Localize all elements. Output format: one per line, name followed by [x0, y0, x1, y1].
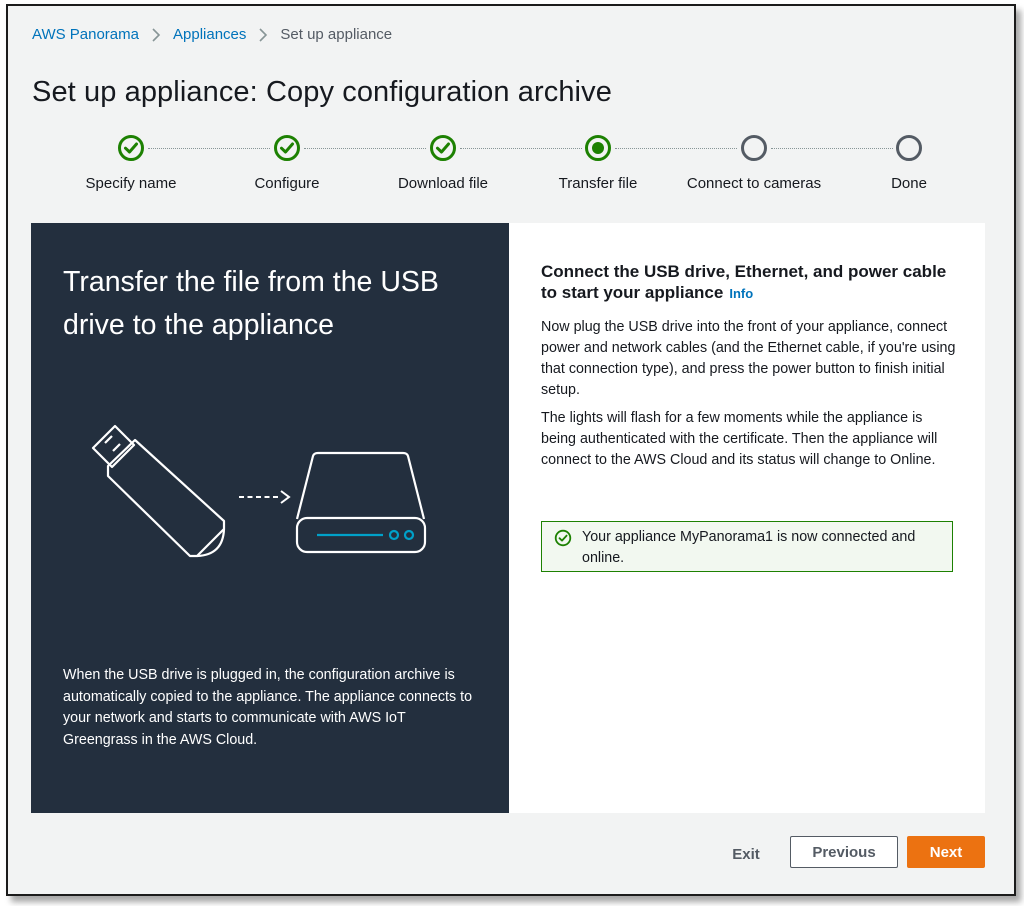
- step-done: Done: [829, 134, 989, 192]
- breadcrumb: AWS Panorama Appliances Set up appliance: [32, 26, 392, 43]
- success-alert: Your appliance MyPanorama1 is now connec…: [541, 521, 953, 572]
- step-label: Specify name: [85, 175, 177, 192]
- usb-drive-icon: [91, 424, 226, 558]
- illustration-title: Transfer the file from the USB drive to …: [63, 266, 439, 341]
- info-link[interactable]: Info: [729, 286, 753, 301]
- instructions-heading: Connect the USB drive, Ethernet, and pow…: [541, 261, 961, 304]
- breadcrumb-aws-panorama[interactable]: AWS Panorama: [32, 26, 139, 43]
- current-step-icon: [584, 134, 612, 162]
- check-circle-icon: [273, 134, 301, 162]
- step-transfer-file[interactable]: Transfer file: [518, 134, 678, 192]
- wizard-stepper: Specify name Configure Download file Tra…: [8, 130, 1014, 210]
- step-configure[interactable]: Configure: [207, 134, 367, 192]
- success-alert-text: Your appliance MyPanorama1 is now connec…: [582, 529, 916, 566]
- step-download-file[interactable]: Download file: [363, 134, 523, 192]
- illustration-description: When the USB drive is plugged in, the co…: [63, 667, 473, 748]
- instructions-paragraph-1: Now plug the USB drive into the front of…: [541, 319, 956, 398]
- success-check-icon: [554, 529, 572, 547]
- breadcrumb-current-page: Set up appliance: [280, 26, 393, 43]
- instruction-illustration-panel: Transfer the file from the USB drive to …: [31, 223, 509, 813]
- empty-circle-icon: [895, 134, 923, 162]
- chevron-right-icon: [151, 27, 161, 42]
- appliance-icon: [295, 451, 427, 554]
- step-label: Configure: [254, 175, 320, 192]
- breadcrumb-appliances[interactable]: Appliances: [173, 26, 246, 43]
- step-label: Connect to cameras: [686, 175, 822, 192]
- screenshot-frame: AWS Panorama Appliances Set up appliance…: [6, 4, 1016, 896]
- step-connect-to-cameras: Connect to cameras: [674, 134, 834, 192]
- step-label: Download file: [397, 175, 489, 192]
- page-title: Set up appliance: Copy configuration arc…: [32, 76, 612, 108]
- arrow-right-icon: [239, 490, 291, 504]
- chevron-right-icon: [258, 27, 268, 42]
- exit-button[interactable]: Exit: [724, 838, 768, 870]
- instructions-panel: Connect the USB drive, Ethernet, and pow…: [509, 223, 985, 813]
- step-label: Done: [891, 175, 927, 192]
- next-button[interactable]: Next: [907, 836, 985, 868]
- check-circle-icon: [429, 134, 457, 162]
- step-specify-name[interactable]: Specify name: [51, 134, 211, 192]
- instructions-paragraph-2: The lights will flash for a few moments …: [541, 410, 938, 468]
- step-label: Transfer file: [558, 175, 638, 192]
- check-circle-icon: [117, 134, 145, 162]
- empty-circle-icon: [740, 134, 768, 162]
- previous-button[interactable]: Previous: [790, 836, 898, 868]
- usb-transfer-illustration: [91, 424, 427, 558]
